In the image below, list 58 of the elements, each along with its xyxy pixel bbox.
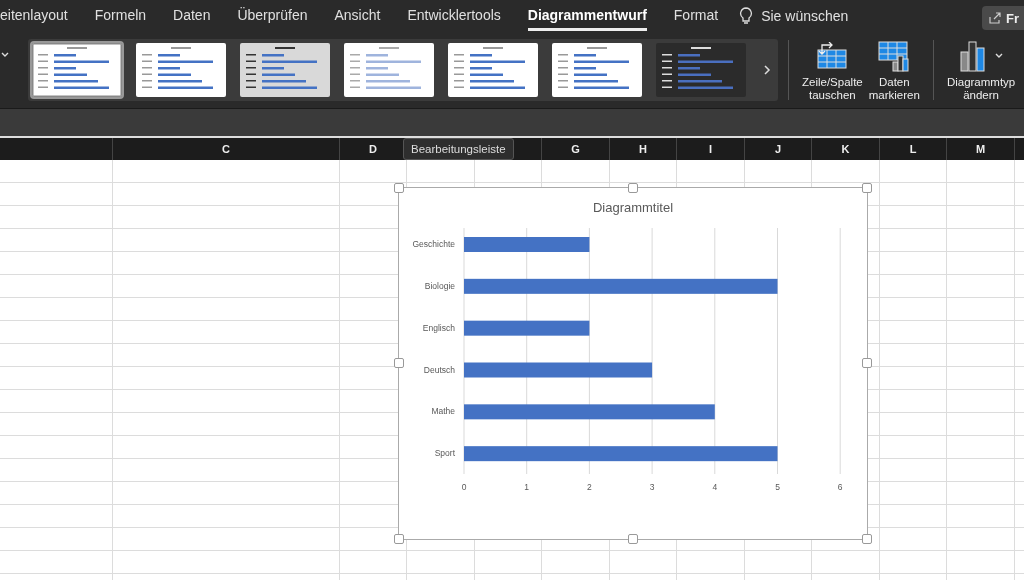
axis-tick-label: 4 <box>712 482 718 492</box>
chevron-right-icon[interactable] <box>764 65 771 75</box>
column-header[interactable]: K <box>812 138 880 160</box>
column-header[interactable]: C <box>113 138 340 160</box>
resize-handle[interactable] <box>862 358 872 368</box>
caret-icon[interactable] <box>1 52 9 58</box>
axis-tick-label: 0 <box>461 482 467 492</box>
ribbon-tab[interactable]: Format <box>673 1 719 31</box>
column-header[interactable]: H <box>610 138 677 160</box>
resize-handle[interactable] <box>394 358 404 368</box>
caret-icon <box>995 52 1004 59</box>
axis-tick-label: 5 <box>775 482 780 492</box>
formula-bar[interactable] <box>0 108 1024 138</box>
chart-style-thumbnail[interactable] <box>136 43 226 97</box>
ribbon-button[interactable]: Zeile/Spalte tauschen <box>799 38 866 102</box>
axis-label: Englisch <box>422 322 455 333</box>
ribbon-tab[interactable]: eitenlayout <box>0 1 68 31</box>
ribbon-tab[interactable]: Daten <box>173 1 211 31</box>
axis-label: Sport <box>434 448 455 459</box>
axis-tick-label: 1 <box>524 482 530 492</box>
resize-handle[interactable] <box>394 534 404 544</box>
column-header[interactable]: G <box>542 138 610 160</box>
column-header[interactable]: J <box>745 138 812 160</box>
resize-handle[interactable] <box>628 183 638 193</box>
resize-handle[interactable] <box>862 183 872 193</box>
ribbon-tab[interactable]: Überprüfen <box>237 1 308 31</box>
resize-handle[interactable] <box>862 534 872 544</box>
axis-label: Deutsch <box>423 364 455 375</box>
column-header[interactable]: M <box>947 138 1015 160</box>
ribbon-tab[interactable]: Entwicklertools <box>407 1 501 31</box>
ribbon-tab[interactable]: Formeln <box>94 1 147 31</box>
tooltip: Bearbeitungsleiste <box>403 138 514 160</box>
swap-table-icon <box>816 41 849 70</box>
ribbon-button[interactable]: Diagrammtyp ändern <box>943 38 1019 102</box>
chart-style-thumbnail[interactable] <box>240 43 330 97</box>
axis-label: Geschichte <box>412 239 455 249</box>
resize-handle[interactable] <box>394 183 404 193</box>
chart-title: Diagrammtitel <box>592 200 674 215</box>
axis-label: Biologie <box>424 280 455 291</box>
column-header[interactable]: L <box>880 138 947 160</box>
chart-style-thumbnail[interactable] <box>344 43 434 97</box>
axis-tick-label: 3 <box>649 482 655 492</box>
ribbon-button[interactable]: Daten markieren <box>865 38 923 102</box>
axis-label: Mathe <box>431 406 455 417</box>
share-icon <box>988 11 1002 25</box>
chart-style-thumbnail[interactable] <box>448 43 538 97</box>
axis-tick-label: 6 <box>837 482 843 492</box>
ribbon-tab[interactable]: Ansicht <box>334 1 381 31</box>
share-button[interactable]: Fr <box>982 6 1024 30</box>
axis-tick-label: 2 <box>587 482 592 492</box>
column-header[interactable]: I <box>677 138 745 160</box>
chart-style-thumbnail[interactable] <box>656 43 746 97</box>
chart-style-thumbnail[interactable] <box>552 43 642 97</box>
table-chart-icon <box>878 39 911 72</box>
resize-handle[interactable] <box>628 534 638 544</box>
chart-style-thumbnail[interactable] <box>32 43 122 97</box>
lightbulb-icon <box>739 7 754 25</box>
tell-me-search[interactable]: Sie wünschen <box>761 8 849 24</box>
